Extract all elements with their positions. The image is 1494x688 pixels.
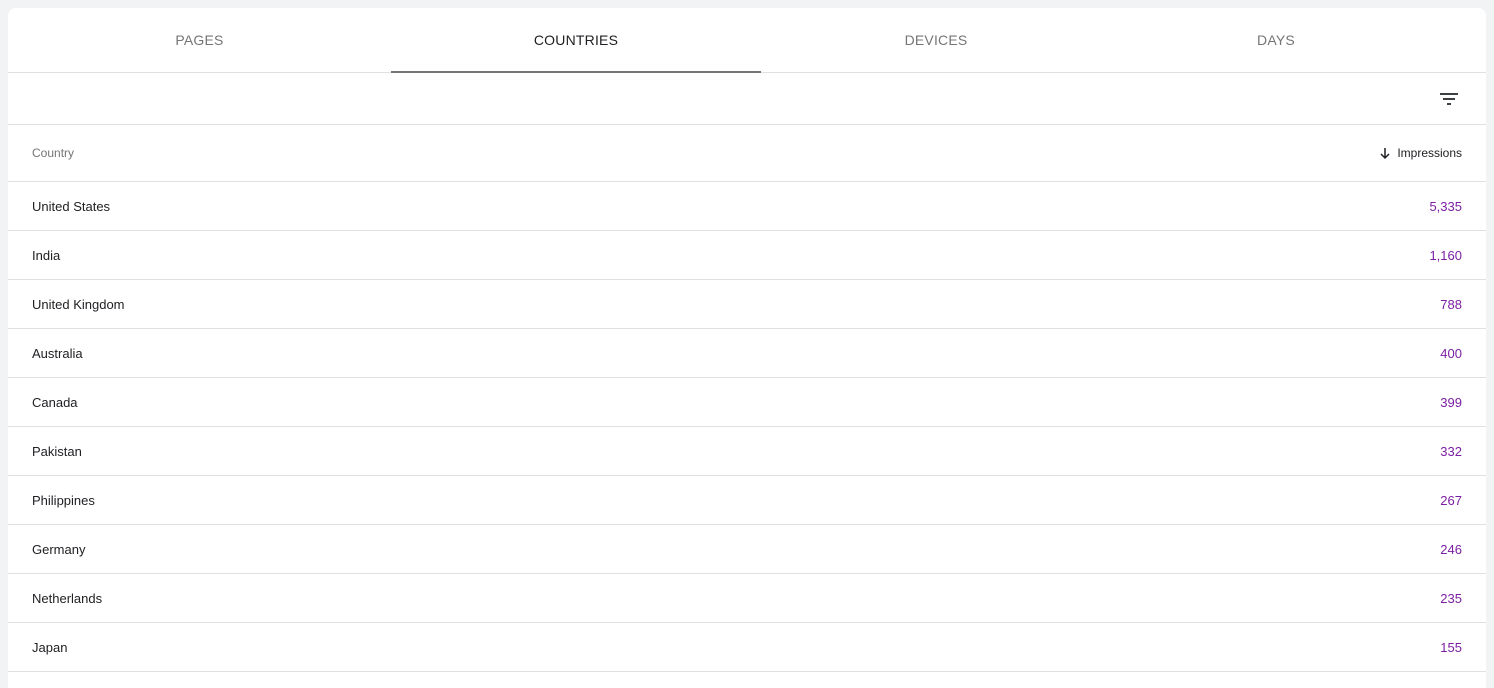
impressions-value: 235: [1440, 590, 1462, 606]
impressions-value: 400: [1440, 345, 1462, 361]
impressions-value: 332: [1440, 443, 1462, 459]
arrow-down-icon: [1380, 147, 1390, 159]
table-row[interactable]: India 1,160: [8, 231, 1486, 280]
table-row[interactable]: United Kingdom 788: [8, 280, 1486, 329]
filter-list-icon: [1440, 93, 1458, 105]
impressions-value: 5,335: [1429, 198, 1462, 214]
country-name: United States: [32, 198, 111, 214]
impressions-value: 1,160: [1429, 247, 1462, 263]
tab-pages[interactable]: PAGES: [8, 8, 391, 72]
table-toolbar: [8, 73, 1486, 125]
impressions-value: 267: [1440, 492, 1462, 508]
table-row[interactable]: Japan 155: [8, 623, 1486, 672]
column-header-impressions[interactable]: Impressions: [1379, 146, 1462, 160]
table-row[interactable]: Australia 400: [8, 329, 1486, 378]
country-name: Netherlands: [32, 590, 103, 606]
column-header-country[interactable]: Country: [32, 146, 74, 160]
country-name: Japan: [32, 639, 68, 655]
impressions-value: 155: [1440, 639, 1462, 655]
table-row[interactable]: United States 5,335: [8, 182, 1486, 231]
tab-countries[interactable]: COUNTRIES: [391, 8, 761, 73]
country-name: Australia: [32, 345, 83, 361]
country-name: Pakistan: [32, 443, 82, 459]
country-name: Germany: [32, 541, 86, 557]
tab-days[interactable]: DAYS: [1111, 8, 1441, 72]
tab-bar: PAGES COUNTRIES DEVICES DAYS: [8, 8, 1486, 73]
table-row[interactable]: Germany 246: [8, 525, 1486, 574]
country-name: United Kingdom: [32, 296, 125, 312]
tab-devices[interactable]: DEVICES: [761, 8, 1111, 72]
table-body: United States 5,335 India 1,160 United K…: [8, 182, 1486, 672]
table-row[interactable]: Canada 399: [8, 378, 1486, 427]
table-row[interactable]: Philippines 267: [8, 476, 1486, 525]
table-row[interactable]: Pakistan 332: [8, 427, 1486, 476]
impressions-value: 246: [1440, 541, 1462, 557]
country-name: Canada: [32, 394, 78, 410]
country-name: India: [32, 247, 61, 263]
impressions-value: 788: [1440, 296, 1462, 312]
impressions-label: Impressions: [1397, 146, 1462, 160]
table-header: Country Impressions: [8, 125, 1486, 182]
country-name: Philippines: [32, 492, 95, 508]
report-card: PAGES COUNTRIES DEVICES DAYS Country Imp…: [8, 8, 1486, 688]
table-row[interactable]: Netherlands 235: [8, 574, 1486, 623]
filter-button[interactable]: [1436, 86, 1462, 112]
impressions-value: 399: [1440, 394, 1462, 410]
